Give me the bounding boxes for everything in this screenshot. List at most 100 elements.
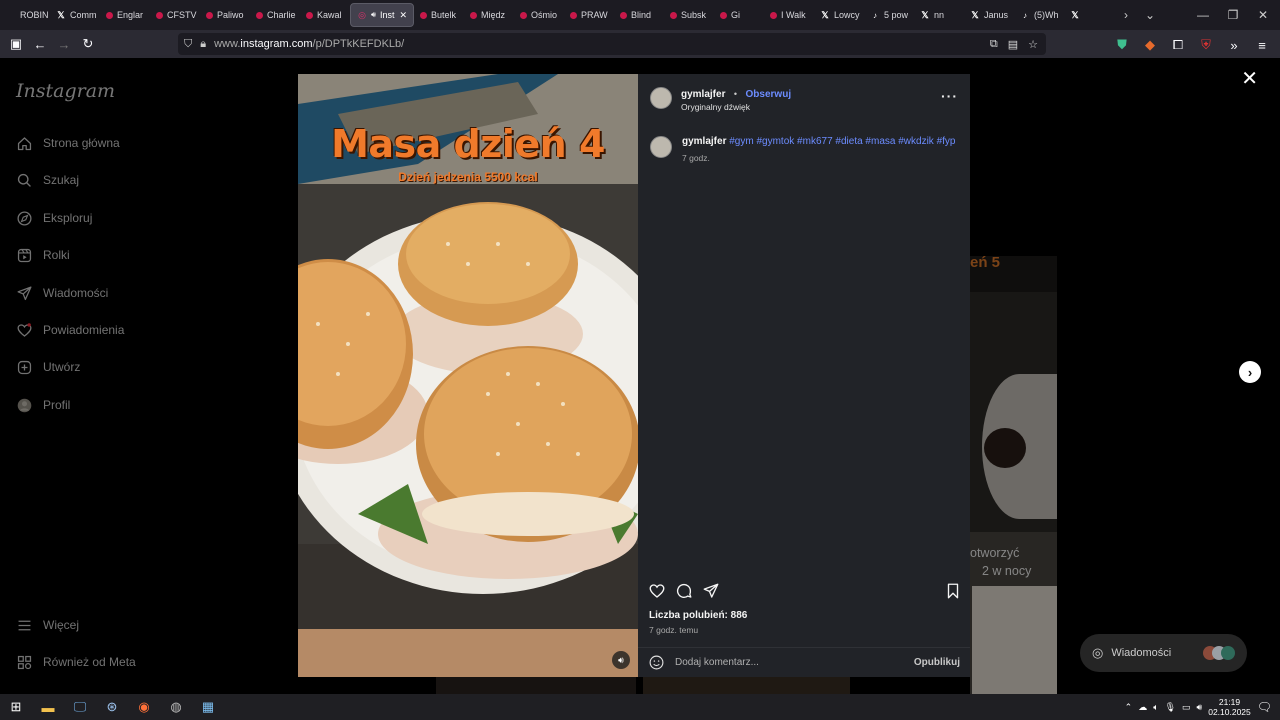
extension-fox-icon[interactable]: ◆ [1138, 33, 1162, 57]
monitor-app-icon[interactable]: 🖵︎ [64, 694, 96, 720]
steam-icon[interactable]: ⊛ [96, 694, 128, 720]
tab-label: Kawal [317, 10, 342, 20]
browser-tab[interactable]: 𝕏nn [914, 3, 964, 27]
tab-label: Blind [631, 10, 652, 20]
messages-pill[interactable]: ◎ Wiadomości [1080, 634, 1247, 672]
browser-tab[interactable]: ROBIN [0, 3, 50, 27]
speaker-icon[interactable]: 🔊︎ [1197, 702, 1203, 713]
extensions-puzzle-icon[interactable]: ⧠ [1166, 33, 1190, 57]
video-overlay-subtitle: Dzień jedzenia 5500 kcal [398, 170, 538, 184]
close-tab-icon[interactable]: ✕ [399, 10, 407, 21]
list-all-tabs-icon[interactable]: ⌄ [1138, 3, 1162, 27]
browser-tab[interactable]: 𝕏 Janus [964, 3, 1014, 27]
tracking-shield-icon[interactable]: ⛉ [184, 38, 192, 51]
share-send-icon[interactable] [702, 582, 720, 600]
post-author-username[interactable]: gymlajfer [681, 89, 725, 100]
taskbar-clock[interactable]: 21:19 02.10.2025 [1208, 697, 1251, 717]
browser-tab[interactable]: 𝕏 [1064, 3, 1114, 27]
bookmark-star-icon[interactable]: ☆ [1028, 38, 1038, 51]
url-bar[interactable]: ⛉ 🔒︎ www. instagram.com/p/DPTkKEFDKLb/ ⧉ … [178, 33, 1046, 55]
vpn-shield-icon[interactable]: ⛊ [1110, 33, 1134, 57]
close-window-icon[interactable]: ✕ [1248, 0, 1278, 30]
browser-tab[interactable]: I Walk [764, 3, 814, 27]
microphone-icon[interactable]: 🎙︎ [1165, 702, 1176, 713]
tray-overflow-icon[interactable]: ⌃ [1125, 702, 1133, 713]
x-icon: 𝕏 [921, 9, 929, 20]
caption-timestamp: 7 godz. [682, 153, 710, 163]
menu-hamburger-icon[interactable]: ≡ [1250, 33, 1274, 57]
notifications-icon[interactable]: 🗨︎ [1257, 700, 1272, 714]
browser-tab[interactable]: 𝕏 Lowcy [814, 3, 864, 27]
follow-button[interactable]: Obserwuj [746, 89, 792, 100]
start-windows-icon[interactable]: ⊞ [0, 694, 32, 720]
picture-in-picture-icon[interactable]: ⧉ [990, 38, 998, 51]
post-video[interactable]: Masa dzień 4 Dzień jedzenia 5500 kcal 🔊︎ [298, 74, 638, 677]
browser-tab[interactable]: 𝕏 Comm [50, 3, 100, 27]
clock-time: 21:19 [1218, 697, 1241, 707]
comment-icon[interactable] [675, 582, 693, 600]
more-options-icon[interactable]: ··· [941, 88, 958, 104]
forward-icon[interactable]: → [52, 32, 76, 56]
youtube-icon [520, 11, 527, 19]
audio-toggle-icon[interactable]: 🔊︎ [612, 651, 630, 669]
file-explorer-icon[interactable]: ▬ [32, 694, 64, 720]
comment-input[interactable] [675, 657, 914, 668]
browser-tab[interactable]: Gi [714, 3, 764, 27]
youtube-icon [106, 11, 113, 19]
firefox-icon[interactable]: ◉ [128, 694, 160, 720]
browser-tab[interactable]: Butelk [414, 3, 464, 27]
close-modal-icon[interactable]: ✕ [1241, 66, 1258, 91]
tab-scroll-right-icon[interactable]: › [1114, 3, 1138, 27]
instagram-icon: ◎ [358, 9, 366, 20]
youtube-icon [720, 11, 727, 19]
tab-label: Comm [70, 10, 97, 20]
browser-tab[interactable]: ♪ (5)Wh [1014, 3, 1064, 27]
app-sphere-icon[interactable]: ◍ [160, 694, 192, 720]
likes-count[interactable]: Liczba polubień: 886 [649, 610, 747, 621]
more-tools-icon[interactable]: » [1222, 33, 1246, 57]
avatar [1221, 646, 1235, 660]
browser-tab[interactable]: Międz [464, 3, 514, 27]
back-icon[interactable]: ← [28, 32, 52, 56]
publish-button[interactable]: Opublikuj [914, 657, 960, 668]
sidebar-toggle-icon[interactable]: ▣ [4, 32, 28, 56]
like-heart-icon[interactable] [648, 582, 666, 600]
caption-username[interactable]: gymlajfer [682, 136, 726, 147]
tab-label: (5)Wh [1034, 10, 1059, 20]
caption-hashtags[interactable]: #gym #gymtok #mk677 #dieta #masa #wkdzik… [729, 136, 955, 147]
browser-tab[interactable]: CFSTV [150, 3, 200, 27]
calculator-icon[interactable]: ▦ [192, 694, 224, 720]
save-bookmark-icon[interactable] [944, 582, 962, 600]
browser-tab[interactable]: PRAW [564, 3, 614, 27]
avatar[interactable] [650, 136, 672, 158]
browser-tab[interactable]: Englar [100, 3, 150, 27]
browser-tab[interactable]: ♪ 5 pow [864, 3, 914, 27]
network-icon[interactable]: ▭ [1182, 702, 1191, 713]
minimize-icon[interactable]: — [1188, 0, 1218, 30]
volume-icon[interactable]: 🔈︎ [1153, 702, 1158, 713]
browser-tab[interactable]: Subsk [664, 3, 714, 27]
browser-tab[interactable]: Kawal [300, 3, 350, 27]
windows-taskbar: ⊞ ▬ 🖵︎ ⊛ ◉ ◍ ▦ ⌃ ☁ 🔈︎ 🎙︎ ▭ 🔊︎ 21:19 02.1… [0, 694, 1280, 720]
reader-view-icon[interactable]: ▤ [1008, 38, 1018, 51]
browser-tab[interactable]: Charlie [250, 3, 300, 27]
browser-tab[interactable]: Paliwo [200, 3, 250, 27]
toolbar-icons: ⛊ ◆ ⧠ ⛨ » ≡ [1110, 33, 1274, 57]
onedrive-cloud-icon[interactable]: ☁ [1138, 702, 1147, 713]
avatar[interactable] [650, 87, 672, 109]
video-overlay-title: Masa dzień 4 [331, 122, 605, 166]
emoji-smiley-icon[interactable] [648, 654, 665, 671]
tab-label: PRAW [581, 10, 608, 20]
restore-icon[interactable]: ❐ [1218, 0, 1248, 30]
ublock-icon[interactable]: ⛨ [1194, 33, 1218, 57]
next-post-button[interactable]: › [1239, 361, 1261, 383]
browser-tab[interactable]: Ośmio [514, 3, 564, 27]
audio-track-link[interactable]: Oryginalny dźwięk [681, 102, 791, 112]
browser-tab[interactable]: Blind [614, 3, 664, 27]
tab-label: CFSTV [167, 10, 197, 20]
browser-nav-bar: ▣ ← → ↻ ⛉ 🔒︎ www. instagram.com/p/DPTkKEF… [0, 30, 1280, 58]
reload-icon[interactable]: ↻ [76, 32, 100, 56]
tab-audio-icon[interactable]: 🔊︎ [371, 10, 376, 20]
post-header: gymlajfer • Obserwuj Oryginalny dźwięk ·… [638, 74, 970, 122]
browser-tab[interactable]: ◎ 🔊︎ Inst ✕ [350, 3, 414, 27]
